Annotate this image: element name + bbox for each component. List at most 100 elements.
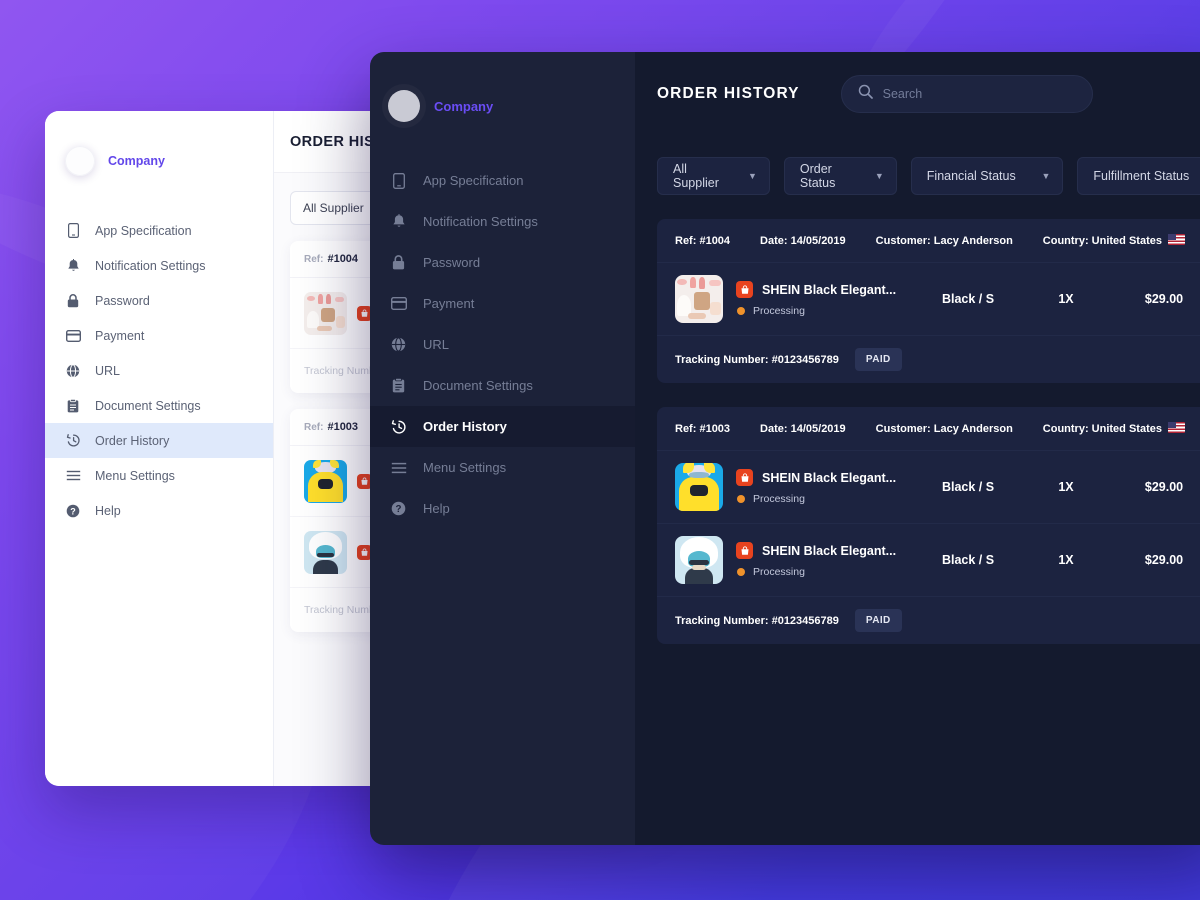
- order-card: Ref: #1004 Date: 14/05/2019 Customer: La…: [657, 219, 1200, 383]
- light-sidebar: Company App Specification Notification S…: [45, 111, 274, 786]
- dark-main-content: ORDER HISTORY Search All Supplier ▼ Orde…: [635, 52, 1200, 845]
- sidebar-item-url[interactable]: URL: [370, 324, 635, 365]
- sidebar-item-password[interactable]: Password: [45, 283, 273, 318]
- search-bar[interactable]: Search: [840, 74, 1093, 113]
- sidebar-item-label: Order History: [95, 433, 170, 448]
- sidebar-item-menu-settings[interactable]: Menu Settings: [45, 458, 273, 493]
- sidebar-item-help[interactable]: ? Help: [370, 488, 635, 529]
- all-supplier-select[interactable]: All Supplier ▼: [657, 157, 770, 195]
- tracking-row: Tracking Number: #0123456789 PAID: [657, 597, 1200, 644]
- order-country-label: Country: United States: [1042, 235, 1162, 247]
- sidebar-item-label: Menu Settings: [95, 468, 175, 483]
- order-date: Date: 14/05/2019: [760, 422, 846, 435]
- product-row[interactable]: SHEIN Black Elegant... Processing Black …: [657, 263, 1200, 336]
- product-row[interactable]: SHEIN Black Elegant... Processing Black …: [657, 451, 1200, 524]
- phone-icon: [65, 223, 81, 238]
- sidebar-item-label: Help: [423, 501, 450, 516]
- sidebar-item-label: Payment: [423, 296, 475, 311]
- search-input[interactable]: Search: [883, 87, 923, 101]
- bell-icon: [65, 258, 81, 273]
- product-quantity: 1X: [1058, 292, 1074, 306]
- tracking-number: Tracking Number: #0123456789: [675, 353, 839, 366]
- sidebar-item-menu-settings[interactable]: Menu Settings: [370, 447, 635, 488]
- order-status-select[interactable]: Order Status ▼: [783, 157, 897, 195]
- order-date: Date: 14/05/2019: [760, 234, 846, 247]
- order-ref: Ref: #1003: [675, 423, 730, 435]
- order-ref-value: #1003: [699, 422, 731, 435]
- sidebar-item-notification-settings[interactable]: Notification Settings: [45, 248, 273, 283]
- processing-status-dot: [737, 495, 745, 503]
- page-title: ORDER HISTORY: [657, 84, 800, 102]
- product-name: SHEIN Black Elegant...: [762, 470, 897, 485]
- brand-name: Company: [108, 154, 165, 168]
- sidebar-item-payment[interactable]: Payment: [370, 283, 635, 324]
- sidebar-item-password[interactable]: Password: [370, 242, 635, 283]
- product-fulfillment-line: Processing: [736, 493, 918, 505]
- product-name: SHEIN Black Elegant...: [762, 543, 897, 558]
- svg-text:?: ?: [70, 506, 76, 516]
- hamburger-icon: [65, 470, 81, 481]
- product-variant: Black / S: [941, 553, 995, 567]
- sidebar-item-order-history[interactable]: Order History: [370, 406, 635, 447]
- document-icon: [65, 398, 81, 413]
- document-icon: [390, 378, 407, 393]
- product-price: $29.00: [1144, 292, 1184, 306]
- shein-bag-icon: [736, 469, 753, 486]
- fulfillment-status-select-label: Fulfillment Status: [1093, 169, 1190, 183]
- sidebar-item-label: Password: [423, 255, 481, 270]
- tracking-row: Tracking Number: #0123456789 PAID: [657, 336, 1200, 383]
- order-status-select-label: Order Status: [799, 162, 836, 190]
- flatlay-fashion-thumbnail: [304, 291, 347, 335]
- sidebar-item-app-specification[interactable]: App Specification: [45, 213, 273, 248]
- yellow-outfit-thumbnail: [675, 463, 723, 511]
- all-supplier-select-label: All Supplier: [673, 162, 719, 190]
- sidebar-item-label: Notification Settings: [95, 258, 206, 273]
- tracking-number: Tracking Number: #0123456789: [675, 614, 839, 627]
- sidebar-item-url[interactable]: URL: [45, 353, 273, 388]
- product-quantity: 1X: [1058, 480, 1074, 494]
- sidebar-item-label: App Specification: [423, 173, 524, 188]
- product-variant: Black / S: [941, 480, 995, 494]
- product-fulfillment-line: Processing: [736, 305, 918, 317]
- product-title-line: SHEIN Black Elegant...: [736, 542, 918, 559]
- us-flag-icon: [1167, 234, 1185, 245]
- order-card: Ref: #1003 Date: 14/05/2019 Customer: La…: [657, 407, 1200, 644]
- order-ref-label: Ref:: [304, 421, 324, 433]
- order-card-header: Ref: #1003 Date: 14/05/2019 Customer: La…: [657, 407, 1200, 451]
- product-quantity: 1X: [1058, 553, 1074, 567]
- question-circle-icon: ?: [65, 504, 81, 518]
- sidebar-item-label: URL: [95, 363, 121, 378]
- order-country: Country: United States: [1043, 234, 1185, 247]
- sidebar-item-label: Document Settings: [95, 398, 201, 413]
- sidebar-item-notification-settings[interactable]: Notification Settings: [370, 201, 635, 242]
- search-icon: [858, 84, 873, 104]
- product-info: SHEIN Black Elegant... Processing: [736, 469, 918, 505]
- sidebar-item-app-specification[interactable]: App Specification: [370, 160, 635, 201]
- svg-text:?: ?: [396, 504, 402, 515]
- product-row[interactable]: SHEIN Black Elegant... Processing Black …: [657, 524, 1200, 597]
- processing-status-dot: [737, 568, 745, 576]
- processing-status-label: Processing: [753, 566, 805, 578]
- sidebar-item-label: App Specification: [95, 223, 192, 238]
- financial-status-select[interactable]: Financial Status ▼: [910, 157, 1064, 195]
- shein-bag-icon: [736, 281, 753, 298]
- sidebar-item-label: Password: [95, 293, 150, 308]
- sidebar-item-order-history[interactable]: Order History: [45, 423, 273, 458]
- sidebar-item-document-settings[interactable]: Document Settings: [370, 365, 635, 406]
- light-sidebar-menu: App Specification Notification Settings …: [45, 213, 273, 528]
- flatlay-fashion-thumbnail: [675, 275, 723, 323]
- product-price: $29.00: [1144, 480, 1184, 494]
- white-hood-thumbnail: [675, 536, 723, 584]
- dark-brand[interactable]: Company: [370, 52, 635, 134]
- order-card-header: Ref: #1004 Date: 14/05/2019 Customer: La…: [657, 219, 1200, 263]
- fulfillment-status-select[interactable]: Fulfillment Status ▼: [1077, 157, 1200, 195]
- sidebar-item-help[interactable]: ? Help: [45, 493, 273, 528]
- sidebar-item-payment[interactable]: Payment: [45, 318, 273, 353]
- financial-status-select-label: Financial Status: [926, 169, 1016, 183]
- sidebar-item-label: Order History: [423, 419, 507, 434]
- light-brand[interactable]: Company: [45, 111, 273, 189]
- paid-badge: PAID: [854, 609, 902, 632]
- chevron-down-icon: ▼: [747, 171, 757, 181]
- sidebar-item-document-settings[interactable]: Document Settings: [45, 388, 273, 423]
- order-country: Country: United States: [1043, 422, 1185, 435]
